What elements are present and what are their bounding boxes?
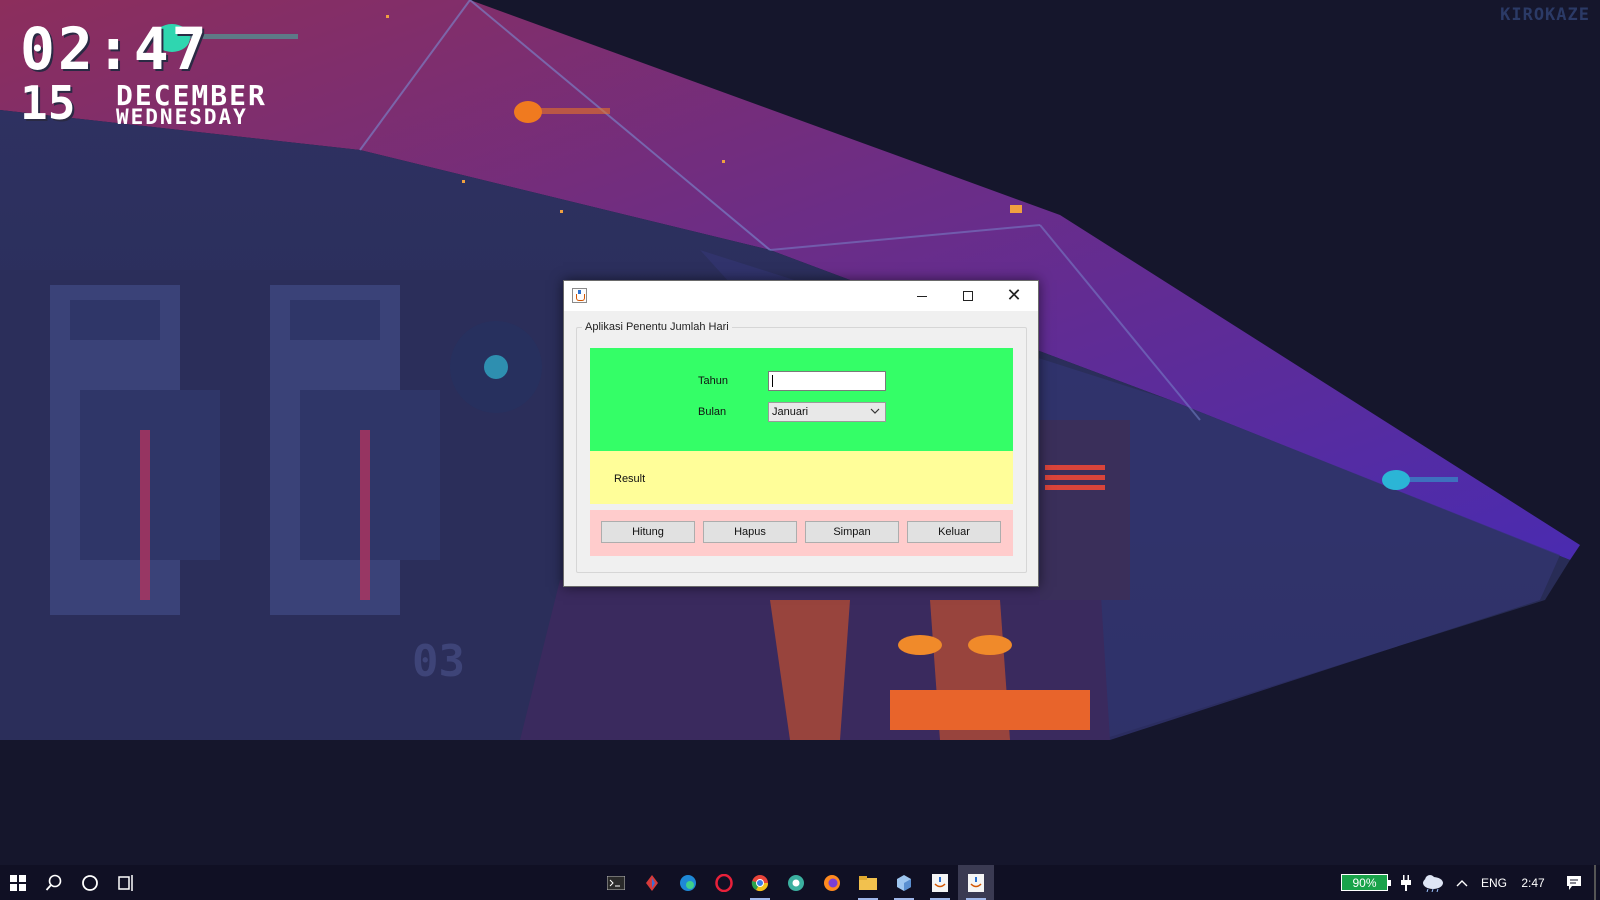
file-explorer-icon [859,875,877,890]
chevron-up-icon [1456,879,1468,886]
weather-cloud-icon [1423,874,1443,892]
cortana-icon [82,874,98,891]
simpan-button[interactable]: Simpan [805,521,899,543]
close-icon: ✕ [1006,285,1022,306]
taskbar-clock[interactable]: 2:47 [1516,865,1550,900]
start-button[interactable] [0,865,36,900]
close-button[interactable]: ✕ [991,281,1037,311]
taskbar-firefox[interactable] [814,865,850,900]
input-panel: Tahun Bulan Januari [590,348,1013,451]
firefox-icon [824,874,840,891]
app-window: ✕ Aplikasi Penentu Jumlah Hari Tahun Bul… [563,280,1039,587]
button-panel: Hitung Hapus Simpan Keluar [590,510,1013,556]
java-app-active-icon [968,873,984,892]
group-title: Aplikasi Penentu Jumlah Hari [582,321,732,333]
plug-icon [1401,874,1411,891]
clock-weekday: WEDNESDAY [116,105,248,129]
task-view-button[interactable] [108,865,144,900]
hapus-button[interactable]: Hapus [703,521,797,543]
keluar-button[interactable]: Keluar [907,521,1001,543]
taskbar-box-app[interactable] [886,865,922,900]
weather-button[interactable] [1420,865,1446,900]
opera-icon [715,873,733,892]
taskbar-file-explorer[interactable] [850,865,886,900]
taskbar-java-app[interactable] [922,865,958,900]
clock-time: 02:47 [20,15,210,83]
app-red-icon [646,874,658,891]
bulan-label: Bulan [698,406,727,418]
window-titlebar[interactable]: ✕ [564,281,1038,311]
notification-icon [1567,875,1581,890]
taskbar-chrome[interactable] [742,865,778,900]
action-center-button[interactable] [1560,865,1588,900]
chrome-icon [751,874,769,891]
tray-overflow-button[interactable] [1454,865,1470,900]
show-desktop-button[interactable] [1594,865,1596,900]
minimize-button[interactable] [899,281,945,311]
terminal-icon [607,875,625,890]
box-app-icon [897,874,911,891]
search-button[interactable] [36,865,72,900]
tahun-input[interactable] [768,371,886,391]
chevron-down-icon [870,408,880,414]
artist-watermark: KIROKAZE [1500,5,1590,25]
java-app-icon[interactable] [572,288,587,303]
bulan-selected-value: Januari [772,406,809,418]
taskbar: 90% ENG 2:47 [0,865,1600,900]
result-label: Result [614,473,646,485]
taskbar-edge[interactable] [670,865,706,900]
taskbar-java-app-active[interactable] [958,865,994,900]
maximize-icon [963,291,973,301]
java-app-icon [932,873,948,892]
windows-logo-icon [10,874,26,891]
battery-indicator[interactable]: 90% [1341,874,1391,891]
svg-text:03: 03 [412,636,465,687]
clock-widget: 02:47 15 DECEMBER WEDNESDAY [20,15,265,128]
clock-day: 15 [20,76,76,130]
chrome-canary-icon [788,874,804,891]
minimize-icon [917,295,927,297]
tahun-label: Tahun [698,375,728,387]
taskbar-app-red[interactable] [634,865,670,900]
edge-icon [680,874,696,891]
taskbar-chrome-canary[interactable] [778,865,814,900]
taskbar-terminal[interactable] [598,865,634,900]
language-indicator[interactable]: ENG [1478,865,1510,900]
maximize-button[interactable] [945,281,991,311]
search-icon [45,874,62,891]
cortana-button[interactable] [72,865,108,900]
taskbar-opera[interactable] [706,865,742,900]
task-view-icon [118,874,133,891]
hitung-button[interactable]: Hitung [601,521,695,543]
power-plug-icon[interactable] [1398,865,1414,900]
bulan-select[interactable]: Januari [768,402,886,422]
result-panel: Result [590,451,1013,504]
text-caret [772,375,773,387]
